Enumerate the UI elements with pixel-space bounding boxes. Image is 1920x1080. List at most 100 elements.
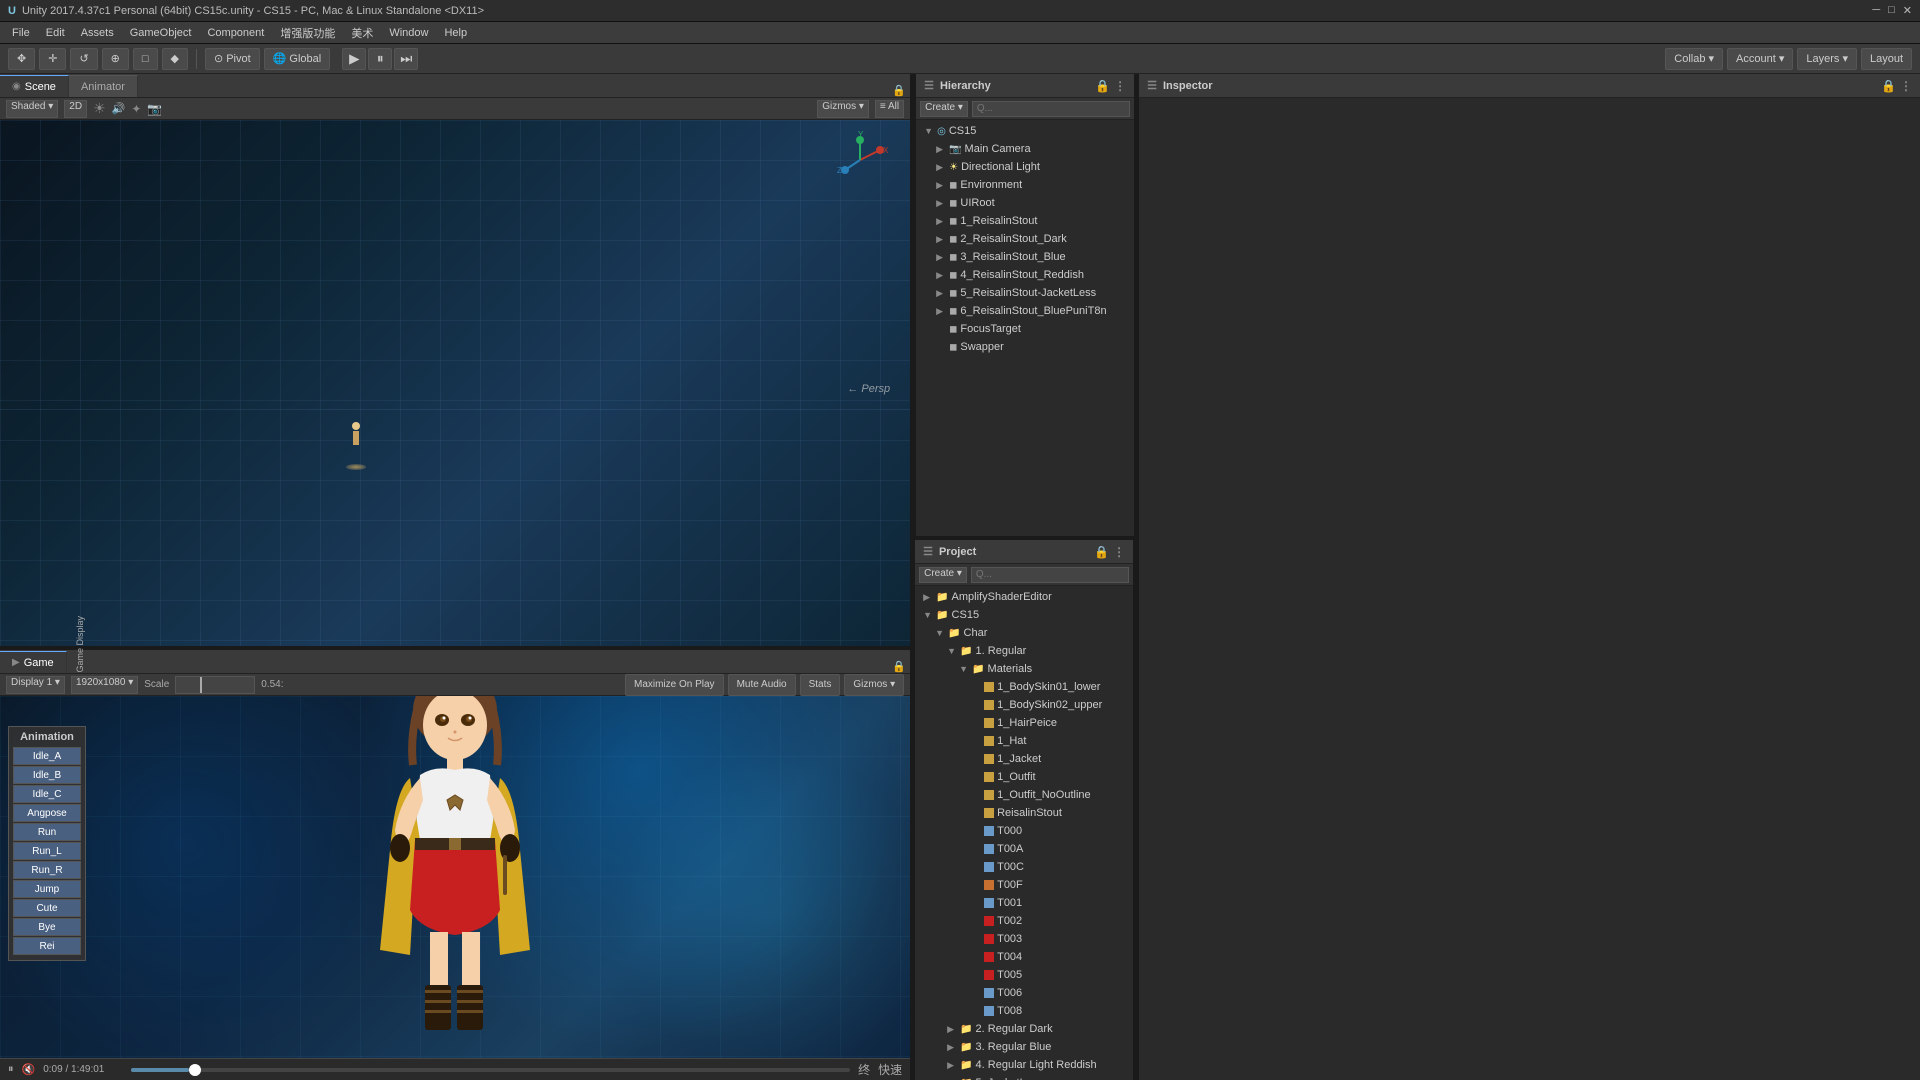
hier-focus-target[interactable]: ◼ FocusTarget <box>916 320 1134 338</box>
proj-hat[interactable]: 1_Hat <box>915 732 1133 750</box>
proj-bodyskin01[interactable]: 1_BodySkin01_lower <box>915 678 1133 696</box>
scene-camera-btn[interactable]: 📷 <box>147 102 162 116</box>
tool-rect[interactable]: □ <box>133 48 158 70</box>
proj-bodyskin02[interactable]: 1_BodySkin02_upper <box>915 696 1133 714</box>
menu-gameobject[interactable]: GameObject <box>122 25 200 41</box>
maximize-btn[interactable]: □ <box>1888 4 1895 17</box>
anim-btn-idle-c[interactable]: Idle_C <box>13 785 81 803</box>
proj-t00f[interactable]: T00F <box>915 876 1133 894</box>
anim-btn-jump[interactable]: Jump <box>13 880 81 898</box>
scene-lighting-btn[interactable]: ☀ <box>93 100 106 117</box>
proj-t002[interactable]: T002 <box>915 912 1133 930</box>
proj-2dark[interactable]: ▶ 📁 2. Regular Dark <box>915 1020 1133 1038</box>
step-button[interactable]: ⏭ <box>394 48 418 70</box>
scene-fx-btn[interactable]: ✦ <box>131 102 141 116</box>
hier-environment[interactable]: ▶ ◼ Environment <box>916 176 1134 194</box>
proj-outfit[interactable]: 1_Outfit <box>915 768 1133 786</box>
timeline-end-btn[interactable]: 终 <box>858 1061 870 1078</box>
collab-button[interactable]: Collab ▾ <box>1665 48 1723 70</box>
layers-button[interactable]: Layers ▾ <box>1797 48 1857 70</box>
hierarchy-search-input[interactable] <box>972 101 1130 117</box>
hier-dir-light[interactable]: ▶ ☀ Directional Light <box>916 158 1134 176</box>
hier-reisalin3[interactable]: ▶ ◼ 3_ReisalinStout_Blue <box>916 248 1134 266</box>
proj-5jacketless[interactable]: ▶ 📁 5. JacketLess <box>915 1074 1133 1080</box>
game-viewport[interactable]: Animation Idle_A Idle_B Idle_C Angpose R… <box>0 696 910 1058</box>
hier-reisalin6[interactable]: ▶ ◼ 6_ReisalinStout_BluePuniT8n <box>916 302 1134 320</box>
scene-viewport[interactable]: ← Persp X Y Z <box>0 120 910 646</box>
anim-btn-run-r[interactable]: Run_R <box>13 861 81 879</box>
maximize-play-btn[interactable]: Maximize On Play <box>625 674 724 696</box>
tool-rotate[interactable]: ↺ <box>70 48 97 70</box>
scale-slider[interactable] <box>175 676 255 694</box>
proj-4reddish[interactable]: ▶ 📁 4. Regular Light Reddish <box>915 1056 1133 1074</box>
proj-t00a[interactable]: T00A <box>915 840 1133 858</box>
tool-scale[interactable]: ⊕ <box>102 48 129 70</box>
menu-help[interactable]: Help <box>436 25 475 41</box>
hier-reisalin5[interactable]: ▶ ◼ 5_ReisalinStout-JacketLess <box>916 284 1134 302</box>
anim-btn-rei[interactable]: Rei <box>13 937 81 955</box>
tab-scene[interactable]: ◉ Scene <box>0 75 69 97</box>
proj-cs15[interactable]: ▼ 📁 CS15 <box>915 606 1133 624</box>
global-button[interactable]: 🌐 Global <box>264 48 331 70</box>
tool-hand[interactable]: ✥ <box>8 48 35 70</box>
mode-2d-btn[interactable]: 2D <box>64 100 87 118</box>
pivot-button[interactable]: ⊙ Pivot <box>205 48 260 70</box>
project-lock-icon[interactable]: 🔒 <box>1094 545 1109 559</box>
menu-edit[interactable]: Edit <box>38 25 73 41</box>
proj-t000[interactable]: T000 <box>915 822 1133 840</box>
proj-jacket[interactable]: 1_Jacket <box>915 750 1133 768</box>
tool-translate[interactable]: ✛ <box>39 48 66 70</box>
scene-audio-btn[interactable]: 🔊 <box>112 102 126 115</box>
inspector-lock-icon[interactable]: 🔒 <box>1881 79 1896 93</box>
proj-t008[interactable]: T008 <box>915 1002 1133 1020</box>
proj-hairpeice[interactable]: 1_HairPeice <box>915 714 1133 732</box>
tab-animator[interactable]: Animator <box>69 75 138 97</box>
hier-cs15-scene[interactable]: ▼ ◎ CS15 <box>916 122 1134 140</box>
inspector-menu-icon[interactable]: ⋮ <box>1900 79 1912 93</box>
hierarchy-menu-icon[interactable]: ⋮ <box>1114 79 1126 93</box>
proj-materials[interactable]: ▼ 📁 Materials <box>915 660 1133 678</box>
timeline-fast-btn[interactable]: 快速 <box>878 1061 902 1078</box>
resolution-dropdown[interactable]: 1920x1080 ▾ <box>71 676 138 694</box>
anim-btn-run[interactable]: Run <box>13 823 81 841</box>
menu-window[interactable]: Window <box>381 25 436 41</box>
proj-3blue[interactable]: ▶ 📁 3. Regular Blue <box>915 1038 1133 1056</box>
hier-uiroot[interactable]: ▶ ◼ UIRoot <box>916 194 1134 212</box>
anim-btn-run-l[interactable]: Run_L <box>13 842 81 860</box>
anim-btn-angpose[interactable]: Angpose <box>13 804 81 822</box>
proj-amplify[interactable]: ▶ 📁 AmplifyShaderEditor <box>915 588 1133 606</box>
hier-reisalin1[interactable]: ▶ ◼ 1_ReisalinStout <box>916 212 1134 230</box>
display-dropdown[interactable]: Display 1 ▾ <box>6 676 65 694</box>
proj-reisalinstout-mat[interactable]: ReisalinStout <box>915 804 1133 822</box>
project-menu-icon[interactable]: ⋮ <box>1113 545 1125 559</box>
account-button[interactable]: Account ▾ <box>1727 48 1793 70</box>
hier-reisalin4[interactable]: ▶ ◼ 4_ReisalinStout_Reddish <box>916 266 1134 284</box>
play-button[interactable]: ▶ <box>342 48 366 70</box>
timeline-thumb[interactable] <box>189 1064 201 1076</box>
scene-lock-icon[interactable]: 🔒 <box>892 84 906 97</box>
anim-btn-bye[interactable]: Bye <box>13 918 81 936</box>
menu-enhanced[interactable]: 增强版功能 <box>272 23 343 43</box>
hier-main-camera[interactable]: ▶ 📷 Main Camera <box>916 140 1134 158</box>
timeline-mute-btn[interactable]: 🔇 <box>22 1063 36 1076</box>
game-gizmos-btn[interactable]: Gizmos ▾ <box>844 674 904 696</box>
game-lock-icon[interactable]: 🔒 <box>892 660 906 673</box>
proj-t00c[interactable]: T00C <box>915 858 1133 876</box>
anim-btn-idle-a[interactable]: Idle_A <box>13 747 81 765</box>
proj-char[interactable]: ▼ 📁 Char <box>915 624 1133 642</box>
shading-dropdown[interactable]: Shaded ▾ <box>6 100 58 118</box>
menu-file[interactable]: File <box>4 25 38 41</box>
hier-swapper[interactable]: ◼ Swapper <box>916 338 1134 356</box>
proj-1regular[interactable]: ▼ 📁 1. Regular <box>915 642 1133 660</box>
timeline-progress[interactable] <box>131 1068 850 1072</box>
layout-button[interactable]: Layout <box>1861 48 1912 70</box>
hierarchy-lock-icon[interactable]: 🔒 <box>1095 79 1110 93</box>
project-search-input[interactable] <box>971 567 1129 583</box>
proj-t001[interactable]: T001 <box>915 894 1133 912</box>
scene-search-btn[interactable]: ≡ All <box>875 100 904 118</box>
proj-t006[interactable]: T006 <box>915 984 1133 1002</box>
pause-button[interactable]: ⏸ <box>368 48 392 70</box>
proj-t003[interactable]: T003 <box>915 930 1133 948</box>
stats-btn[interactable]: Stats <box>800 674 841 696</box>
hierarchy-create-btn[interactable]: Create ▾ <box>920 101 968 117</box>
